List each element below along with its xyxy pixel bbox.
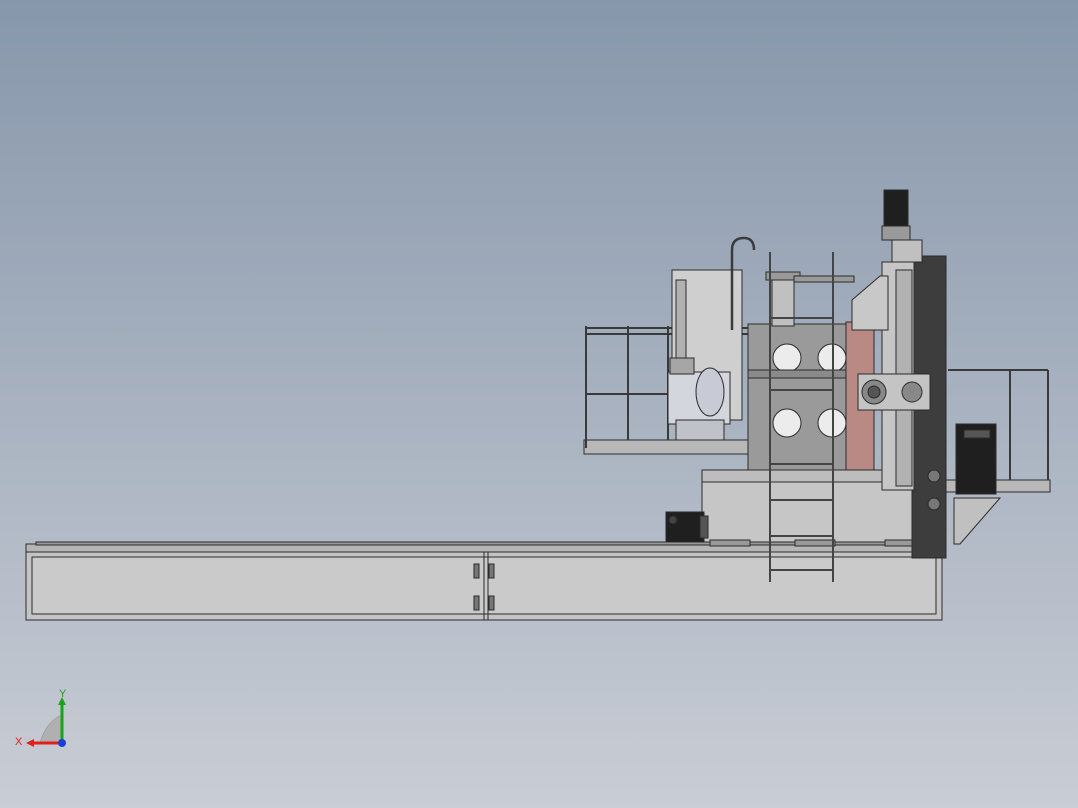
- column-top-motor[interactable]: [881, 189, 923, 263]
- y-axis-label: Y: [59, 688, 67, 700]
- x-axis-label: X: [15, 736, 23, 748]
- coordinate-triad[interactable]: X Y: [10, 685, 90, 765]
- cad-model-drawing[interactable]: [0, 0, 1078, 808]
- saddle-body[interactable]: [747, 323, 847, 471]
- machine-bed[interactable]: [25, 541, 943, 621]
- support-bracket[interactable]: [851, 275, 889, 331]
- graphics-viewport[interactable]: X Y: [0, 0, 1078, 808]
- x-axis-arrowhead: [26, 739, 34, 747]
- z-axis-dot: [58, 739, 66, 747]
- triad-plane-icon: [39, 714, 63, 744]
- column-servo-motor[interactable]: [955, 423, 997, 495]
- feed-servo-motor[interactable]: [665, 511, 709, 543]
- spindle-gearbox[interactable]: [857, 373, 931, 411]
